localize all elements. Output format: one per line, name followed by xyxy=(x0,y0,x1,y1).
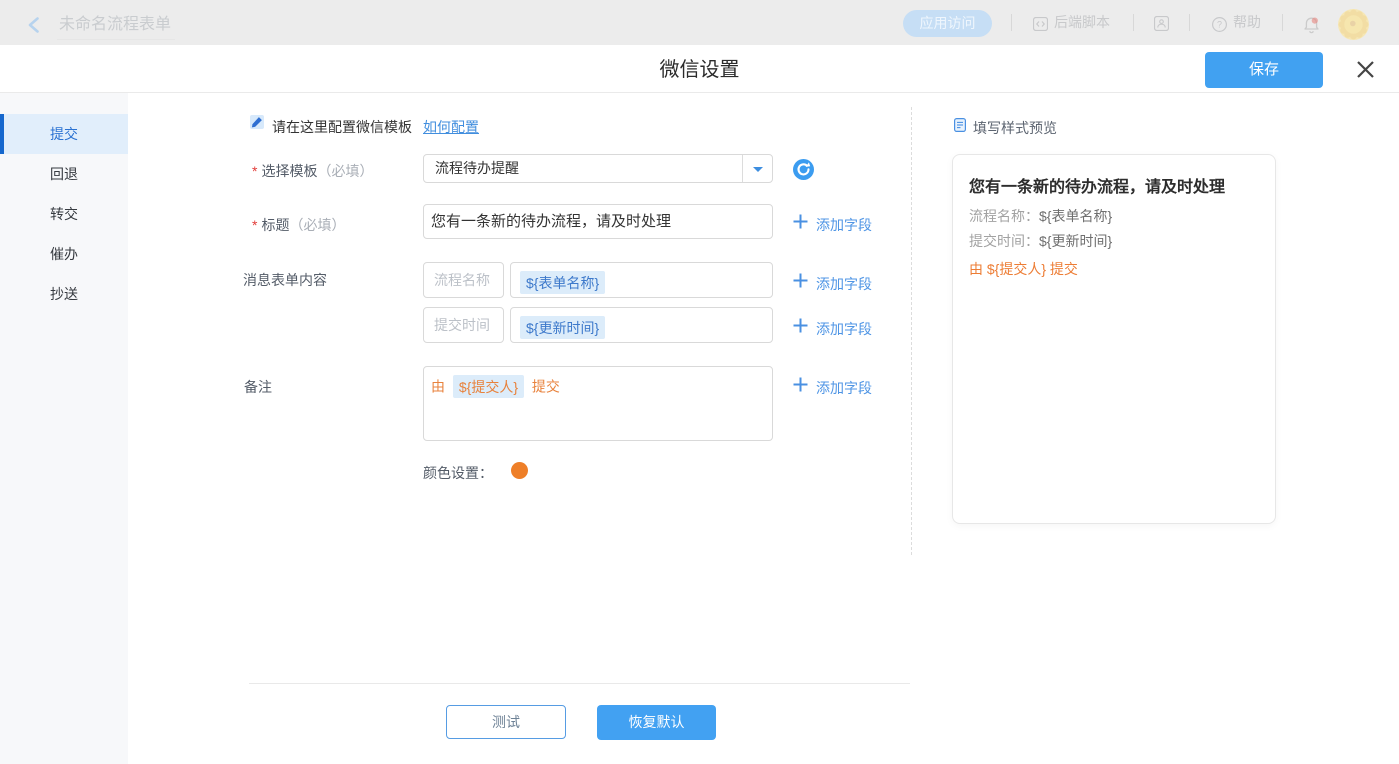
svg-text:?: ? xyxy=(1217,20,1222,30)
